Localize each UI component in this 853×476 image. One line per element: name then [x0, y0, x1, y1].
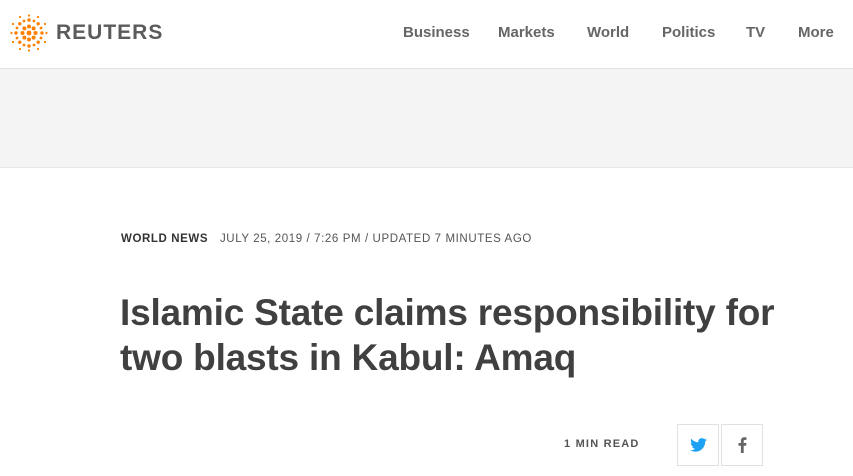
facebook-share-button[interactable]	[721, 424, 763, 466]
nav-item-politics[interactable]: Politics	[662, 24, 715, 41]
dateline: JULY 25, 2019 / 7:26 PM / UPDATED 7 MINU…	[219, 233, 532, 245]
site-header: REUTERS Business Markets World Politics …	[0, 0, 853, 69]
nav-item-tv[interactable]: TV	[746, 24, 765, 41]
article-meta: WORLD NEWS JULY 25, 2019 / 7:26 PM / UPD…	[121, 233, 532, 245]
nav-item-more[interactable]: More	[798, 24, 834, 41]
twitter-icon	[689, 438, 707, 452]
facebook-icon	[738, 437, 746, 453]
ad-banner-area	[0, 69, 853, 168]
nav-item-business[interactable]: Business	[403, 24, 470, 41]
article-headline: Islamic State claims responsibility for …	[120, 292, 775, 378]
reuters-logo-icon	[10, 14, 48, 52]
reuters-logo[interactable]: REUTERS	[10, 13, 163, 53]
brand-name: REUTERS	[56, 21, 164, 44]
nav-item-world[interactable]: World	[587, 24, 629, 41]
nav-item-markets[interactable]: Markets	[498, 24, 555, 41]
section-link[interactable]: WORLD NEWS	[121, 233, 208, 245]
read-time: 1 MIN READ	[564, 438, 640, 450]
twitter-share-button[interactable]	[677, 424, 719, 466]
